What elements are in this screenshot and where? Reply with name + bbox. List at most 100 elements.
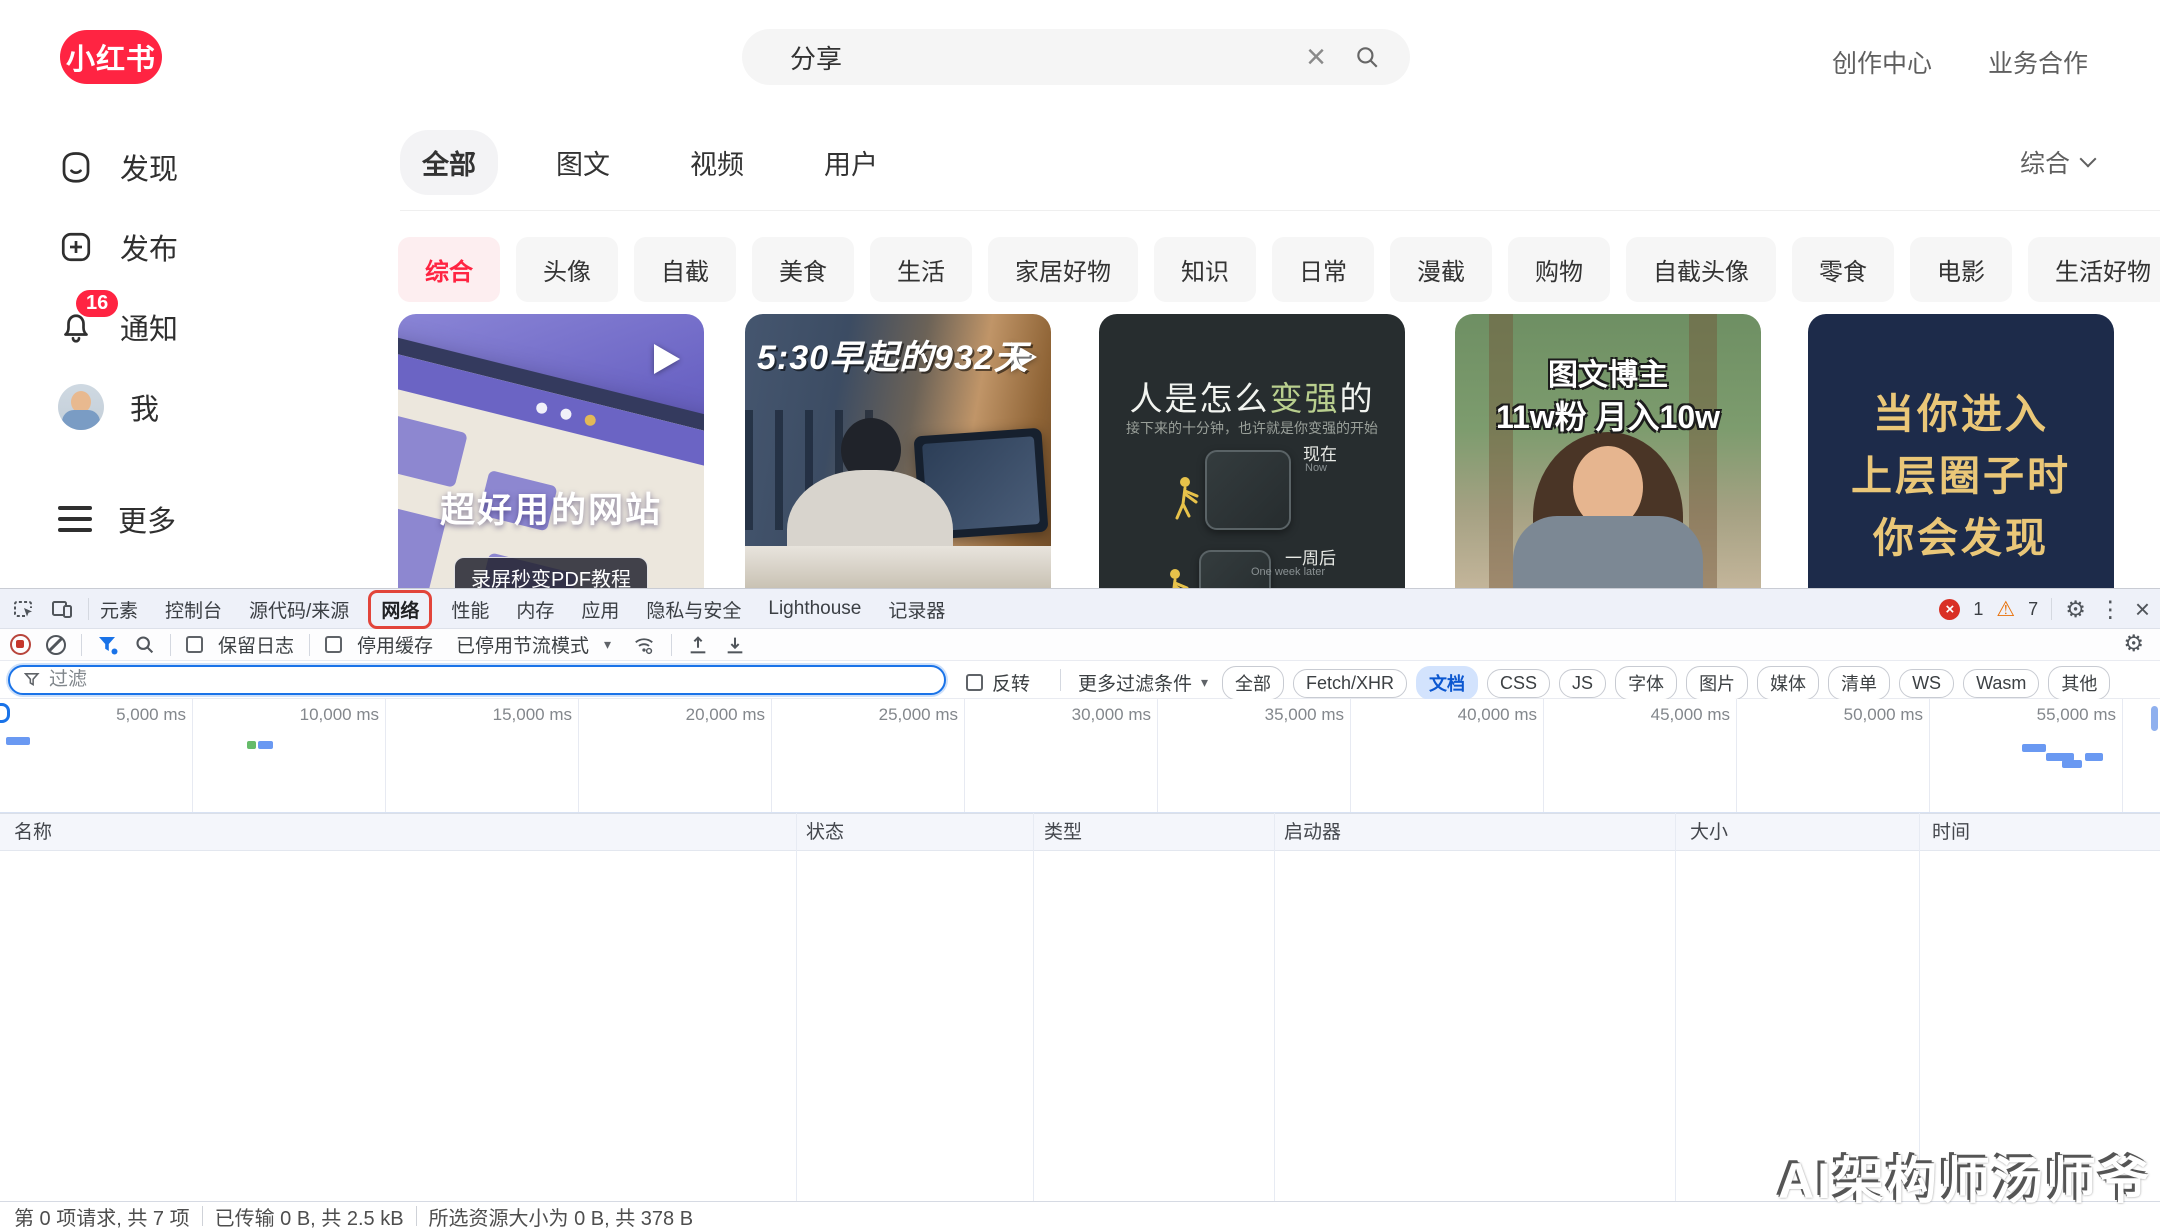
category-pill[interactable]: 生活 — [870, 237, 972, 302]
card-title: 5:30早起的932天 — [757, 330, 1043, 379]
tick-label: 15,000 ms — [386, 699, 579, 812]
devtools-tab-sources[interactable]: 源代码/来源 — [249, 596, 349, 623]
stick-figure-icon — [1173, 474, 1203, 522]
filter-funnel-icon[interactable] — [97, 635, 119, 655]
devtools-tab-network[interactable]: 网络 — [368, 590, 432, 629]
network-settings-gear-icon[interactable]: ⚙ — [2123, 632, 2144, 655]
column-header-size[interactable]: 大小 — [1690, 814, 1728, 852]
search-bar[interactable]: × — [742, 29, 1410, 85]
note-card-early-riser[interactable]: 5:30早起的932天 — [745, 314, 1051, 588]
creator-center-link[interactable]: 创作中心 — [1832, 44, 1932, 80]
preserve-log-checkbox[interactable] — [186, 636, 203, 653]
card-subtitle: 接下来的十分钟，也许就是你变强的开始 — [1099, 418, 1405, 438]
devtools-tab-performance[interactable]: 性能 — [451, 596, 489, 623]
type-pill-js[interactable]: JS — [1559, 669, 1606, 698]
clear-search-icon[interactable]: × — [1306, 40, 1326, 74]
note-card-blogger[interactable]: 图文博主 11w粉 月入10w — [1455, 314, 1761, 588]
export-har-icon[interactable] — [724, 634, 746, 656]
tab-image-text[interactable]: 图文 — [534, 130, 632, 195]
type-pill-css[interactable]: CSS — [1487, 669, 1550, 698]
close-devtools-icon[interactable]: × — [2135, 596, 2150, 622]
search-icon[interactable] — [1354, 44, 1380, 70]
type-pill-other[interactable]: 其他 — [2048, 666, 2110, 700]
timeline-scrollbar-thumb[interactable] — [2151, 706, 2158, 731]
more-menu-icon[interactable]: ⋮ — [2099, 598, 2122, 621]
clear-network-icon[interactable] — [46, 635, 66, 655]
category-pill[interactable]: 美食 — [752, 237, 854, 302]
type-pill-ws[interactable]: WS — [1899, 669, 1954, 698]
type-pill-font[interactable]: 字体 — [1615, 666, 1677, 700]
category-pill[interactable]: 漫截 — [1390, 237, 1492, 302]
note-card-getting-stronger[interactable]: 人是怎么变强的 接下来的十分钟，也许就是你变强的开始 现在 Now 一周后 On… — [1099, 314, 1405, 588]
note-card-website-tools[interactable]: 超好用的网站 录屏秒变PDF教程 — [398, 314, 704, 588]
type-pill-doc[interactable]: 文档 — [1416, 666, 1478, 700]
sidebar-item-more[interactable]: 更多 — [58, 498, 176, 540]
devtools-tab-application[interactable]: 应用 — [581, 596, 619, 623]
more-filters-dropdown[interactable]: 更多过滤条件 ▾ — [1078, 669, 1208, 696]
column-header-time[interactable]: 时间 — [1932, 814, 1970, 852]
inspect-element-icon[interactable] — [10, 596, 38, 622]
note-card-upper-circle[interactable]: 当你进入 上层圈子时 你会发现 — [1808, 314, 2114, 588]
category-pill[interactable]: 购物 — [1508, 237, 1610, 302]
sidebar-label-notifications: 通知 — [120, 306, 178, 348]
category-pill[interactable]: 自截头像 — [1626, 237, 1776, 302]
devtools-tab-memory[interactable]: 内存 — [516, 596, 554, 623]
type-pill-img[interactable]: 图片 — [1686, 666, 1748, 700]
sidebar-item-discover[interactable]: 发现 — [58, 146, 178, 188]
error-icon[interactable]: × — [1939, 599, 1960, 620]
sidebar-item-publish[interactable]: 发布 — [58, 226, 178, 268]
category-pill[interactable]: 日常 — [1272, 237, 1374, 302]
invert-checkbox[interactable] — [966, 674, 983, 691]
category-pill[interactable]: 生活好物 — [2028, 237, 2160, 302]
devtools-tab-lighthouse[interactable]: Lighthouse — [768, 598, 861, 620]
network-conditions-icon[interactable] — [632, 634, 656, 656]
device-toolbar-icon[interactable] — [48, 596, 76, 622]
sidebar-item-me[interactable]: 我 — [58, 384, 159, 430]
column-header-status[interactable]: 状态 — [806, 814, 844, 852]
import-har-icon[interactable] — [687, 634, 709, 656]
devtools-tab-elements[interactable]: 元素 — [100, 596, 138, 623]
sidebar-item-notifications[interactable]: 通知 — [58, 306, 178, 348]
error-count: 1 — [1973, 599, 1983, 620]
business-link[interactable]: 业务合作 — [1988, 44, 2088, 80]
plus-square-icon — [58, 229, 94, 265]
tab-video[interactable]: 视频 — [668, 130, 766, 195]
record-network-icon[interactable] — [10, 634, 31, 655]
timeline-ticks: 5,000 ms 10,000 ms 15,000 ms 20,000 ms 2… — [0, 699, 2160, 812]
network-filter-box[interactable] — [8, 665, 946, 695]
column-header-type[interactable]: 类型 — [1044, 814, 1082, 852]
category-pill[interactable]: 零食 — [1792, 237, 1894, 302]
search-input[interactable] — [742, 42, 1306, 73]
chevron-down-icon — [2080, 151, 2097, 168]
type-pill-all[interactable]: 全部 — [1222, 666, 1284, 700]
type-pill-wasm[interactable]: Wasm — [1963, 669, 2039, 698]
settings-gear-icon[interactable]: ⚙ — [2065, 598, 2086, 621]
category-pill[interactable]: 电影 — [1910, 237, 2012, 302]
type-pill-xhr[interactable]: Fetch/XHR — [1293, 669, 1407, 698]
devtools-tab-console[interactable]: 控制台 — [165, 596, 222, 623]
type-pill-manifest[interactable]: 清单 — [1828, 666, 1890, 700]
divider — [671, 634, 672, 656]
warning-icon[interactable]: ⚠ — [1996, 599, 2015, 620]
network-filter-input[interactable] — [41, 669, 944, 691]
tab-users[interactable]: 用户 — [802, 130, 900, 195]
category-pill[interactable]: 综合 — [398, 237, 500, 302]
type-pill-media[interactable]: 媒体 — [1757, 666, 1819, 700]
column-header-initiator[interactable]: 启动器 — [1284, 814, 1341, 852]
search-network-icon[interactable] — [134, 634, 155, 655]
throttling-dropdown[interactable]: 已停用节流模式 — [456, 631, 589, 658]
devtools-tab-privacy[interactable]: 隐私与安全 — [646, 596, 741, 623]
network-overview-timeline[interactable]: 5,000 ms 10,000 ms 15,000 ms 20,000 ms 2… — [0, 699, 2160, 813]
category-pill[interactable]: 头像 — [516, 237, 618, 302]
status-request-count: 第 0 项请求, 共 7 项 — [14, 1202, 190, 1229]
sort-dropdown[interactable]: 综合 — [2020, 144, 2094, 180]
card-text-line: 当你进入 — [1808, 380, 2114, 440]
disable-cache-checkbox[interactable] — [325, 636, 342, 653]
column-header-name[interactable]: 名称 — [14, 814, 52, 852]
category-pill[interactable]: 知识 — [1154, 237, 1256, 302]
devtools-tab-recorder[interactable]: 记录器 — [888, 596, 945, 623]
tab-all[interactable]: 全部 — [400, 130, 498, 195]
category-pill[interactable]: 自截 — [634, 237, 736, 302]
category-pill[interactable]: 家居好物 — [988, 237, 1138, 302]
xiaohongshu-logo[interactable]: 小红书 — [60, 30, 162, 84]
